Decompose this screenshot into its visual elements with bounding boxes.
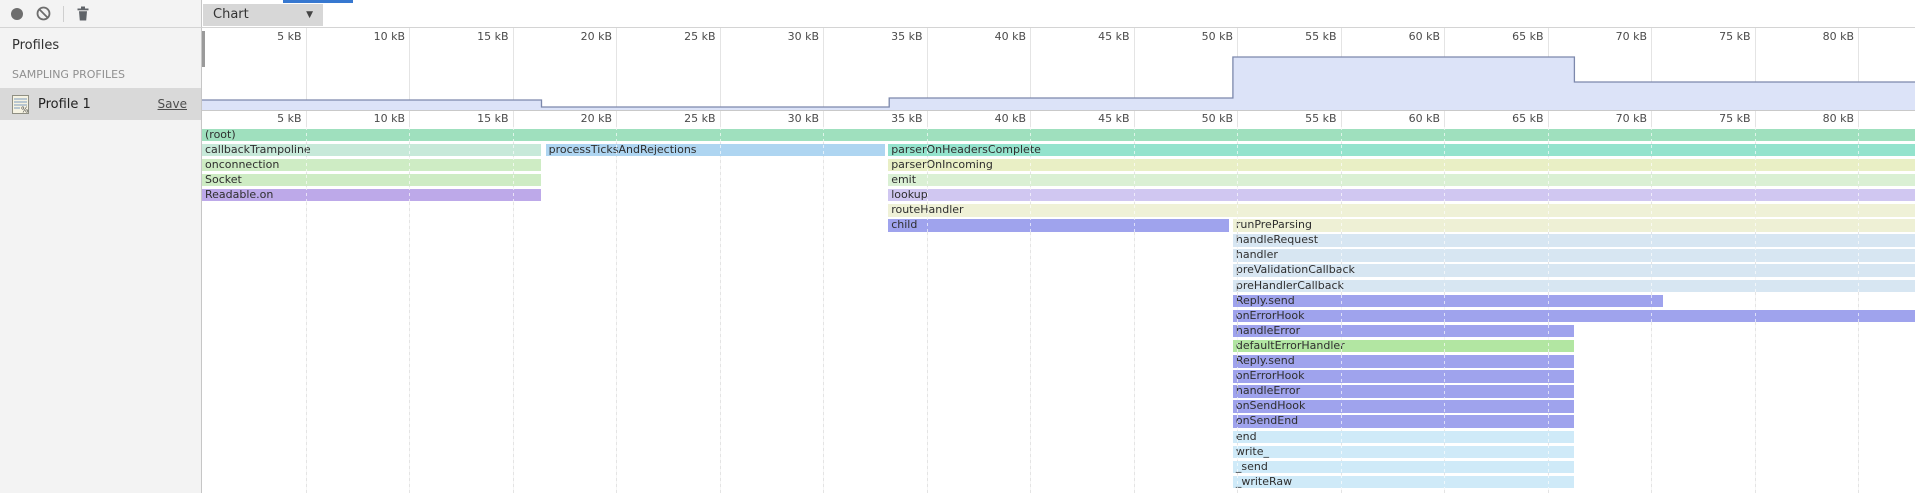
axis-tick-label: 5 kB (228, 112, 302, 125)
flame-frame-prevalidationcallback[interactable]: preValidationCallback (1233, 264, 1915, 277)
record-icon[interactable] (10, 7, 24, 21)
axis-tick-label: 65 kB (1470, 112, 1544, 125)
axis-tick-label: 55 kB (1263, 112, 1337, 125)
scrollbar-thumb[interactable] (202, 31, 205, 67)
axis-tick-label: 35 kB (849, 112, 923, 125)
view-mode-value: Chart (213, 7, 249, 22)
save-profile-link[interactable]: Save (158, 97, 187, 111)
flame-frame-onconnection[interactable]: onconnection (202, 159, 541, 172)
axis-tick-label: 25 kB (642, 112, 716, 125)
axis-tick-label: 80 kB (1780, 112, 1854, 125)
axis-tick-label: 70 kB (1573, 112, 1647, 125)
flame-frame-routehandler[interactable]: routeHandler (888, 204, 1915, 217)
axis-tick-label: 35 kB (849, 30, 923, 43)
flame-frame--root-[interactable]: (root) (202, 129, 1915, 142)
flame-frame-reply-send[interactable]: Reply.send (1233, 355, 1575, 368)
axis-tick-label: 10 kB (331, 112, 405, 125)
profile-sheet-icon: % (12, 95, 29, 114)
flame-graph: (root) callbackTrampoline processTicksAndR… (202, 127, 1915, 493)
flame-frame-parseronheaderscomplete[interactable]: parserOnHeadersComplete (888, 144, 1915, 157)
axis-tick-label: 15 kB (435, 30, 509, 43)
flame-frame-write-[interactable]: write_ (1233, 446, 1575, 459)
axis-tick-label: 25 kB (642, 30, 716, 43)
axis-tick-label: 60 kB (1366, 30, 1440, 43)
flame-frame-defaulterrorhandler[interactable]: defaultErrorHandler (1233, 340, 1575, 353)
gridline-overlay (720, 127, 721, 493)
flame-frame-onsendhook[interactable]: onSendHook (1233, 400, 1575, 413)
axis-tick-label: 75 kB (1677, 30, 1751, 43)
clear-all-icon[interactable] (36, 6, 51, 21)
axis-tick-label: 5 kB (228, 30, 302, 43)
flame-frame-onerrorhook[interactable]: onErrorHook (1233, 370, 1575, 383)
flame-frame-handler[interactable]: handler (1233, 249, 1915, 262)
axis-tick-label: 60 kB (1366, 112, 1440, 125)
flame-frame-readable-on[interactable]: Readable.on (202, 189, 541, 202)
memory-ruler-top: 5 kB 10 kB 15 kB 20 kB 25 kB 30 kB 35 kB 40 kB 4… (202, 28, 1915, 45)
overview-area-chart (202, 45, 1915, 110)
sampling-profiles-section-header: SAMPLING PROFILES (12, 68, 125, 81)
flame-frame-parseronincoming[interactable]: parserOnIncoming (888, 159, 1915, 172)
flame-chart-pane: 5 kB 10 kB 15 kB 20 kB 25 kB 30 kB 35 kB 40 kB 4… (202, 28, 1915, 493)
sidebar-title: Profiles (12, 38, 59, 53)
axis-tick-label: 40 kB (952, 112, 1026, 125)
flame-frame-handleerror[interactable]: handleError (1233, 385, 1575, 398)
profile-item-label: Profile 1 (38, 97, 158, 112)
flame-frame-prehandlercallback[interactable]: preHandlerCallback (1233, 280, 1915, 293)
axis-tick-label: 20 kB (538, 112, 612, 125)
flame-frame--writeraw[interactable]: _writeRaw (1233, 476, 1575, 489)
sidebar-item-profile-1[interactable]: % Profile 1 Save (0, 88, 201, 120)
flame-frame-handleerror[interactable]: handleError (1233, 325, 1575, 338)
allocation-overview[interactable] (202, 45, 1915, 110)
flame-frame-child[interactable]: child (888, 219, 1229, 232)
axis-tick-label: 70 kB (1573, 30, 1647, 43)
axis-tick-label: 45 kB (1056, 30, 1130, 43)
profiler-toolbar (0, 0, 202, 28)
flame-frame-emit[interactable]: emit (888, 174, 1915, 187)
flame-frame-processticksandrejections[interactable]: processTicksAndRejections (546, 144, 885, 157)
flame-frame-runpreparsing[interactable]: runPreParsing (1233, 219, 1915, 232)
view-mode-dropdown[interactable]: Chart ▼ (203, 4, 323, 26)
memory-ruler-main: 5 kB 10 kB 15 kB 20 kB 25 kB 30 kB 35 kB 40 kB 4… (202, 111, 1915, 127)
flame-frame-onerrorhook[interactable]: onErrorHook (1233, 310, 1915, 323)
flame-frame-lookup[interactable]: lookup (888, 189, 1915, 202)
axis-tick-label: 45 kB (1056, 112, 1130, 125)
svg-text:%: % (21, 105, 29, 114)
chevron-down-icon: ▼ (306, 4, 313, 26)
axis-tick-label: 30 kB (745, 112, 819, 125)
flame-frame-socket[interactable]: Socket (202, 174, 541, 187)
flame-frame-reply-send[interactable]: Reply.send (1233, 295, 1664, 308)
chart-pane-header: Chart ▼ (202, 0, 1915, 28)
active-tab-indicator (283, 0, 353, 3)
gridline-overlay (823, 127, 824, 493)
axis-tick-label: 10 kB (331, 30, 405, 43)
axis-tick-label: 15 kB (435, 112, 509, 125)
delete-profile-icon[interactable] (76, 6, 90, 21)
axis-tick-label: 80 kB (1780, 30, 1854, 43)
flame-frame-end[interactable]: end (1233, 431, 1575, 444)
axis-tick-label: 20 kB (538, 30, 612, 43)
flame-frame-callbacktrampoline[interactable]: callbackTrampoline (202, 144, 541, 157)
axis-tick-label: 65 kB (1470, 30, 1544, 43)
flame-frame--send[interactable]: _send (1233, 461, 1575, 474)
flame-frame-handlerequest[interactable]: handleRequest (1233, 234, 1915, 247)
axis-tick-label: 40 kB (952, 30, 1026, 43)
profiles-sidebar: Profiles SAMPLING PROFILES % Profile 1 S… (0, 28, 202, 493)
axis-tick-label: 55 kB (1263, 30, 1337, 43)
flame-frame-onsendend[interactable]: onSendEnd (1233, 415, 1575, 428)
gridline-overlay (616, 127, 617, 493)
axis-tick-label: 75 kB (1677, 112, 1751, 125)
toolbar-separator (63, 6, 64, 22)
axis-tick-label: 50 kB (1159, 30, 1233, 43)
axis-tick-label: 30 kB (745, 30, 819, 43)
axis-tick-label: 50 kB (1159, 112, 1233, 125)
